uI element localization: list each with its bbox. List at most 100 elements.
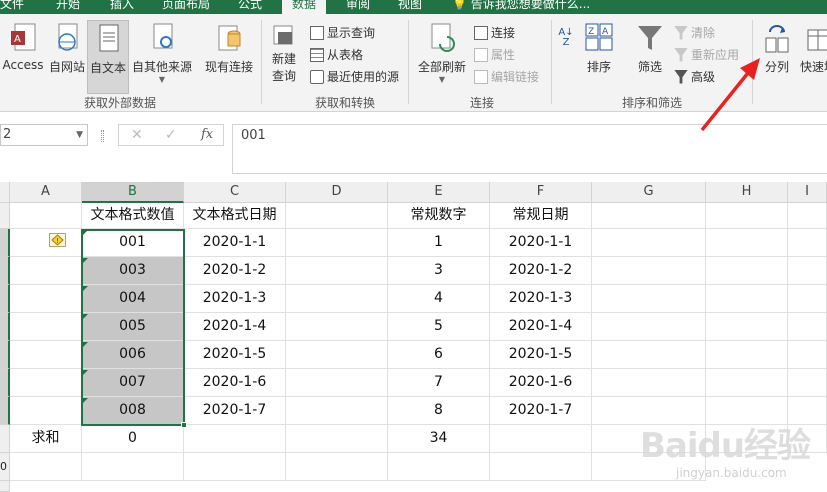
recent-sources-button[interactable]: 最近使用的源 [310, 68, 399, 85]
cell-text-number[interactable]: 007 [82, 369, 184, 397]
cell-sum-text-number[interactable]: 0 [82, 425, 184, 453]
cell-text-date[interactable]: 2020-1-5 [184, 341, 286, 369]
cancel-icon[interactable]: ✕ [131, 127, 143, 143]
col-header-d[interactable]: D [286, 182, 388, 203]
cell-d1[interactable] [286, 203, 388, 229]
cell-d[interactable] [286, 341, 388, 369]
cell-header-text-number[interactable]: 文本格式数值 [82, 203, 184, 229]
cell-d9[interactable] [286, 425, 388, 453]
cell-general-date[interactable]: 2020-1-2 [490, 257, 592, 285]
cell-b10[interactable] [82, 453, 184, 481]
cell-c10[interactable] [184, 453, 286, 481]
cell-sum-general-number[interactable]: 34 [388, 425, 490, 453]
cell-h1[interactable] [706, 203, 788, 229]
col-header-g[interactable]: G [592, 182, 706, 203]
from-web-button[interactable]: 自网站 [46, 22, 88, 75]
cell-text-number[interactable]: 003 [82, 257, 184, 285]
chevron-down-icon[interactable]: ▼ [76, 125, 83, 145]
cell-h[interactable] [706, 341, 788, 369]
tell-me-box[interactable]: 💡 告诉我您想要做什么... [452, 0, 590, 14]
cell-i[interactable] [788, 257, 827, 285]
cell-text-date[interactable]: 2020-1-6 [184, 369, 286, 397]
properties-button[interactable]: 属性 [474, 46, 515, 63]
row-header[interactable] [0, 257, 10, 285]
cell-d[interactable] [286, 229, 388, 257]
cell-general-number[interactable]: 8 [388, 397, 490, 425]
row-header[interactable] [0, 425, 10, 453]
cell-sum-label[interactable]: 求和 [10, 425, 82, 453]
cell-a[interactable] [10, 369, 82, 397]
row-header[interactable] [0, 481, 10, 492]
col-header-h[interactable]: H [706, 182, 788, 203]
new-query-button[interactable]: 新建 查询 [264, 22, 304, 84]
filter-button[interactable]: 筛选 [632, 22, 668, 75]
cell-general-date[interactable]: 2020-1-6 [490, 369, 592, 397]
cell-h[interactable] [706, 257, 788, 285]
cell-i[interactable] [788, 341, 827, 369]
cell-general-date[interactable]: 2020-1-5 [490, 341, 592, 369]
cell-general-number[interactable]: 7 [388, 369, 490, 397]
tab-page-layout[interactable]: 页面布局 [162, 0, 210, 14]
cell-header-text-date[interactable]: 文本格式日期 [184, 203, 286, 229]
cell-g[interactable] [592, 341, 706, 369]
cell-text-number[interactable]: 008 [82, 397, 184, 425]
cell-a[interactable] [10, 341, 82, 369]
cell-g[interactable] [592, 257, 706, 285]
row-header[interactable] [0, 229, 10, 257]
cell-d[interactable] [286, 285, 388, 313]
cell-g[interactable] [592, 369, 706, 397]
row-header[interactable]: 0 [0, 453, 10, 481]
sort-ascending-button[interactable]: A↓ Z [556, 28, 576, 48]
cell-a[interactable] [10, 313, 82, 341]
cell-text-date[interactable]: 2020-1-3 [184, 285, 286, 313]
cell-g1[interactable] [592, 203, 706, 229]
tab-view[interactable]: 视图 [398, 0, 422, 14]
row-header[interactable] [0, 203, 10, 229]
cell-i1[interactable] [788, 203, 827, 229]
cell-i[interactable] [788, 229, 827, 257]
row-header[interactable] [0, 369, 10, 397]
tab-home[interactable]: 开始 [56, 0, 80, 14]
cell-d[interactable] [286, 313, 388, 341]
cell-text-number[interactable]: 006 [82, 341, 184, 369]
tab-file[interactable]: 文件 [0, 0, 24, 14]
cell-general-number[interactable]: 3 [388, 257, 490, 285]
cell-text-date[interactable]: 2020-1-2 [184, 257, 286, 285]
cell-general-number[interactable]: 4 [388, 285, 490, 313]
select-all-corner[interactable] [0, 182, 10, 203]
existing-connections-button[interactable]: 现有连接 [203, 22, 255, 75]
error-warning-icon[interactable]: ! [49, 233, 66, 247]
cell-general-number[interactable]: 5 [388, 313, 490, 341]
cell-a[interactable] [10, 257, 82, 285]
edit-links-button[interactable]: 编辑链接 [474, 68, 539, 85]
cell-h[interactable] [706, 313, 788, 341]
cell-g[interactable] [592, 285, 706, 313]
cell-g[interactable] [592, 229, 706, 257]
cell-a[interactable] [10, 285, 82, 313]
enter-icon[interactable]: ✓ [165, 127, 177, 143]
col-header-a[interactable]: A [10, 182, 82, 203]
cell-text-number[interactable]: 005 [82, 313, 184, 341]
cell-general-date[interactable]: 2020-1-3 [490, 285, 592, 313]
col-header-i[interactable]: I [788, 182, 827, 203]
from-table-button[interactable]: 从表格 [310, 46, 363, 63]
from-access-button[interactable]: A Access [2, 22, 44, 72]
connections-button[interactable]: 连接 [474, 24, 515, 41]
cell-a10[interactable] [10, 453, 82, 481]
cell-g[interactable] [592, 313, 706, 341]
cell-header-general-number[interactable]: 常规数字 [388, 203, 490, 229]
col-header-b[interactable]: B [82, 182, 184, 203]
cell-general-date[interactable]: 2020-1-7 [490, 397, 592, 425]
col-header-c[interactable]: C [184, 182, 286, 203]
col-header-e[interactable]: E [388, 182, 490, 203]
cell-text-date[interactable]: 2020-1-1 [184, 229, 286, 257]
row-header[interactable] [0, 397, 10, 425]
tab-formulas[interactable]: 公式 [238, 0, 262, 14]
cell-text-date[interactable]: 2020-1-7 [184, 397, 286, 425]
tab-data[interactable]: 数据 [282, 0, 327, 14]
cell-text-number[interactable]: 004 [82, 285, 184, 313]
cell-general-date[interactable]: 2020-1-1 [490, 229, 592, 257]
cell-a[interactable] [10, 229, 82, 257]
cell-i[interactable] [788, 285, 827, 313]
row-header[interactable] [0, 285, 10, 313]
